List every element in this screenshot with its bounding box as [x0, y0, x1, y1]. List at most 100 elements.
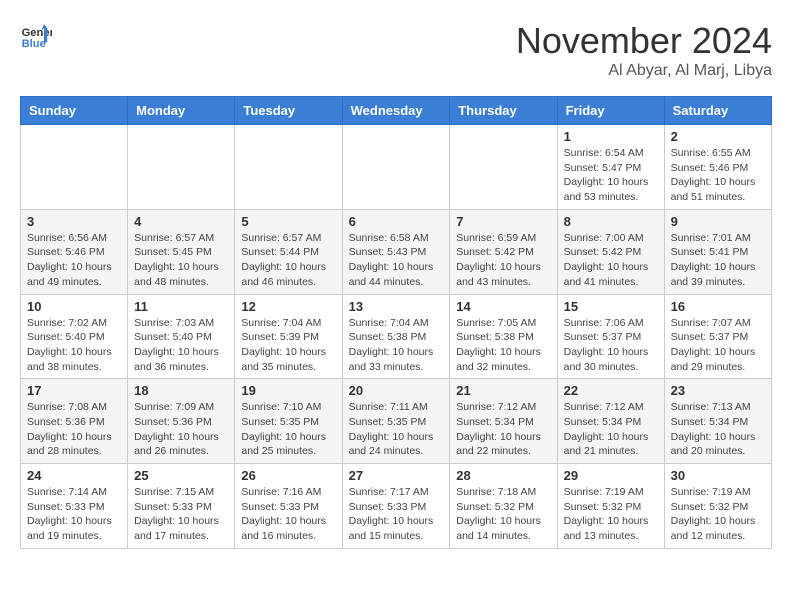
day-number: 21: [456, 383, 550, 398]
day-number: 7: [456, 214, 550, 229]
weekday-header: Sunday: [21, 97, 128, 125]
day-number: 29: [564, 468, 658, 483]
calendar-cell: 25 Sunrise: 7:15 AMSunset: 5:33 PMDayligh…: [128, 464, 235, 549]
weekday-header: Saturday: [664, 97, 771, 125]
day-info: Sunrise: 6:59 AMSunset: 5:42 PMDaylight:…: [456, 231, 550, 290]
calendar-cell: 7 Sunrise: 6:59 AMSunset: 5:42 PMDaylight…: [450, 209, 557, 294]
title-block: November 2024 Al Abyar, Al Marj, Libya: [516, 20, 772, 80]
day-number: 27: [349, 468, 444, 483]
day-info: Sunrise: 6:56 AMSunset: 5:46 PMDaylight:…: [27, 231, 121, 290]
day-info: Sunrise: 7:11 AMSunset: 5:35 PMDaylight:…: [349, 400, 444, 459]
day-info: Sunrise: 6:58 AMSunset: 5:43 PMDaylight:…: [349, 231, 444, 290]
page-header: General Blue November 2024 Al Abyar, Al …: [20, 20, 772, 80]
calendar-week-row: 10 Sunrise: 7:02 AMSunset: 5:40 PMDayligh…: [21, 294, 772, 379]
day-number: 6: [349, 214, 444, 229]
day-info: Sunrise: 7:19 AMSunset: 5:32 PMDaylight:…: [671, 485, 765, 544]
day-number: 5: [241, 214, 335, 229]
day-info: Sunrise: 7:04 AMSunset: 5:39 PMDaylight:…: [241, 316, 335, 375]
calendar-cell: 26 Sunrise: 7:16 AMSunset: 5:33 PMDayligh…: [235, 464, 342, 549]
weekday-header: Monday: [128, 97, 235, 125]
day-number: 19: [241, 383, 335, 398]
day-number: 9: [671, 214, 765, 229]
calendar-cell: 6 Sunrise: 6:58 AMSunset: 5:43 PMDaylight…: [342, 209, 450, 294]
day-info: Sunrise: 7:14 AMSunset: 5:33 PMDaylight:…: [27, 485, 121, 544]
day-info: Sunrise: 7:08 AMSunset: 5:36 PMDaylight:…: [27, 400, 121, 459]
day-number: 10: [27, 299, 121, 314]
day-info: Sunrise: 7:05 AMSunset: 5:38 PMDaylight:…: [456, 316, 550, 375]
day-info: Sunrise: 7:00 AMSunset: 5:42 PMDaylight:…: [564, 231, 658, 290]
day-number: 11: [134, 299, 228, 314]
day-info: Sunrise: 7:19 AMSunset: 5:32 PMDaylight:…: [564, 485, 658, 544]
calendar-cell: [342, 125, 450, 210]
day-info: Sunrise: 7:02 AMSunset: 5:40 PMDaylight:…: [27, 316, 121, 375]
calendar-cell: 29 Sunrise: 7:19 AMSunset: 5:32 PMDayligh…: [557, 464, 664, 549]
day-number: 15: [564, 299, 658, 314]
day-info: Sunrise: 7:16 AMSunset: 5:33 PMDaylight:…: [241, 485, 335, 544]
weekday-header: Wednesday: [342, 97, 450, 125]
day-info: Sunrise: 7:18 AMSunset: 5:32 PMDaylight:…: [456, 485, 550, 544]
day-info: Sunrise: 7:03 AMSunset: 5:40 PMDaylight:…: [134, 316, 228, 375]
calendar-cell: [21, 125, 128, 210]
calendar-cell: 18 Sunrise: 7:09 AMSunset: 5:36 PMDayligh…: [128, 379, 235, 464]
day-number: 26: [241, 468, 335, 483]
day-info: Sunrise: 7:12 AMSunset: 5:34 PMDaylight:…: [564, 400, 658, 459]
day-info: Sunrise: 7:09 AMSunset: 5:36 PMDaylight:…: [134, 400, 228, 459]
calendar-cell: 15Sunrise: 7:06 AMSunset: 5:37 PMDayligh…: [557, 294, 664, 379]
day-number: 13: [349, 299, 444, 314]
svg-text:General: General: [22, 27, 52, 39]
day-number: 25: [134, 468, 228, 483]
calendar-cell: 9 Sunrise: 7:01 AMSunset: 5:41 PMDaylight…: [664, 209, 771, 294]
day-info: Sunrise: 6:54 AMSunset: 5:47 PMDaylight:…: [564, 146, 658, 205]
day-number: 22: [564, 383, 658, 398]
calendar-cell: 27 Sunrise: 7:17 AMSunset: 5:33 PMDayligh…: [342, 464, 450, 549]
day-number: 24: [27, 468, 121, 483]
calendar-cell: [235, 125, 342, 210]
calendar-cell: 24 Sunrise: 7:14 AMSunset: 5:33 PMDayligh…: [21, 464, 128, 549]
calendar-cell: 10 Sunrise: 7:02 AMSunset: 5:40 PMDayligh…: [21, 294, 128, 379]
calendar-cell: 5 Sunrise: 6:57 AMSunset: 5:44 PMDaylight…: [235, 209, 342, 294]
day-info: Sunrise: 7:01 AMSunset: 5:41 PMDaylight:…: [671, 231, 765, 290]
day-number: 18: [134, 383, 228, 398]
calendar-cell: 13Sunrise: 7:04 AMSunset: 5:38 PMDayligh…: [342, 294, 450, 379]
calendar-cell: 23 Sunrise: 7:13 AMSunset: 5:34 PMDayligh…: [664, 379, 771, 464]
day-number: 2: [671, 129, 765, 144]
calendar-cell: 21Sunrise: 7:12 AMSunset: 5:34 PMDayligh…: [450, 379, 557, 464]
day-info: Sunrise: 6:55 AMSunset: 5:46 PMDaylight:…: [671, 146, 765, 205]
day-number: 3: [27, 214, 121, 229]
day-number: 14: [456, 299, 550, 314]
day-info: Sunrise: 6:57 AMSunset: 5:44 PMDaylight:…: [241, 231, 335, 290]
calendar-week-row: 24 Sunrise: 7:14 AMSunset: 5:33 PMDayligh…: [21, 464, 772, 549]
month-title: November 2024: [516, 20, 772, 62]
day-number: 30: [671, 468, 765, 483]
svg-text:Blue: Blue: [22, 38, 46, 50]
day-info: Sunrise: 7:07 AMSunset: 5:37 PMDaylight:…: [671, 316, 765, 375]
logo: General Blue: [20, 20, 52, 52]
calendar-week-row: 17Sunrise: 7:08 AMSunset: 5:36 PMDayligh…: [21, 379, 772, 464]
location: Al Abyar, Al Marj, Libya: [516, 62, 772, 80]
day-number: 12: [241, 299, 335, 314]
day-info: Sunrise: 7:17 AMSunset: 5:33 PMDaylight:…: [349, 485, 444, 544]
calendar-cell: 17Sunrise: 7:08 AMSunset: 5:36 PMDayligh…: [21, 379, 128, 464]
calendar-table: SundayMondayTuesdayWednesdayThursdayFrid…: [20, 96, 772, 549]
calendar-cell: 4Sunrise: 6:57 AMSunset: 5:45 PMDaylight…: [128, 209, 235, 294]
day-number: 28: [456, 468, 550, 483]
calendar-header-row: SundayMondayTuesdayWednesdayThursdayFrid…: [21, 97, 772, 125]
weekday-header: Friday: [557, 97, 664, 125]
calendar-week-row: 1 Sunrise: 6:54 AMSunset: 5:47 PMDaylight…: [21, 125, 772, 210]
calendar-cell: 28 Sunrise: 7:18 AMSunset: 5:32 PMDayligh…: [450, 464, 557, 549]
day-number: 23: [671, 383, 765, 398]
calendar-cell: [128, 125, 235, 210]
calendar-cell: 8Sunrise: 7:00 AMSunset: 5:42 PMDaylight…: [557, 209, 664, 294]
day-info: Sunrise: 7:15 AMSunset: 5:33 PMDaylight:…: [134, 485, 228, 544]
weekday-header: Tuesday: [235, 97, 342, 125]
calendar-cell: 30 Sunrise: 7:19 AMSunset: 5:32 PMDayligh…: [664, 464, 771, 549]
calendar-cell: 3 Sunrise: 6:56 AMSunset: 5:46 PMDaylight…: [21, 209, 128, 294]
calendar-week-row: 3 Sunrise: 6:56 AMSunset: 5:46 PMDaylight…: [21, 209, 772, 294]
day-info: Sunrise: 7:13 AMSunset: 5:34 PMDaylight:…: [671, 400, 765, 459]
day-info: Sunrise: 7:10 AMSunset: 5:35 PMDaylight:…: [241, 400, 335, 459]
day-number: 1: [564, 129, 658, 144]
calendar-cell: 19 Sunrise: 7:10 AMSunset: 5:35 PMDayligh…: [235, 379, 342, 464]
calendar-cell: [450, 125, 557, 210]
calendar-cell: 22 Sunrise: 7:12 AMSunset: 5:34 PMDayligh…: [557, 379, 664, 464]
calendar-cell: 14 Sunrise: 7:05 AMSunset: 5:38 PMDayligh…: [450, 294, 557, 379]
